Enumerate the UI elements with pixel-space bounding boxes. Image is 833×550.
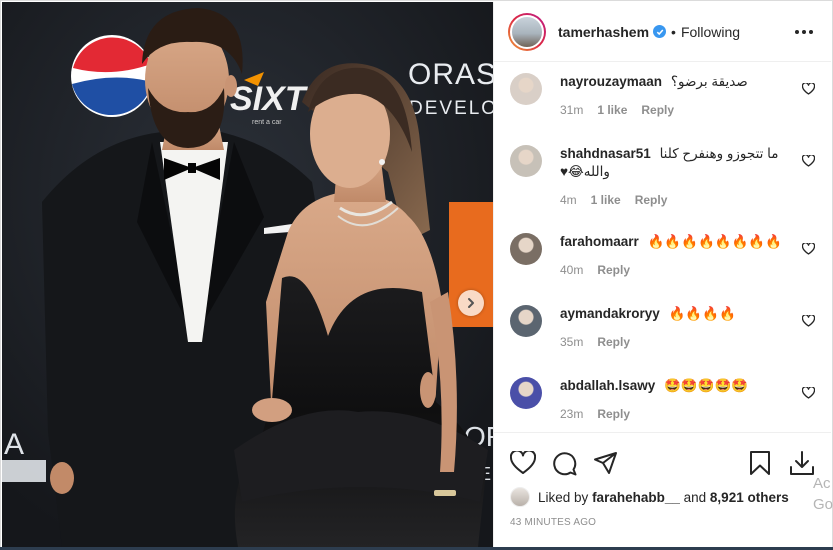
post-details-panel: tamerhashem • Following nayrouzaymaan صد… <box>493 2 831 548</box>
comment-meta: 23m Reply <box>560 407 789 421</box>
author-avatar[interactable] <box>508 12 546 51</box>
comment-likes[interactable]: 1 like <box>597 103 627 117</box>
comment-item: shahdnasar51 ما تتجوزو وهنفرح كلنا والله… <box>494 134 831 222</box>
more-options-icon[interactable] <box>793 24 815 40</box>
comment-body: nayrouzaymaan صديقة برضو؟ 31m 1 like Rep… <box>560 73 815 134</box>
activate-windows-watermark: Ac Go <box>813 473 833 515</box>
comment-time[interactable]: 31m <box>560 103 583 117</box>
comment-body: aymandakroryy 🔥🔥🔥🔥 35m Reply <box>560 305 815 366</box>
left-sign: A <box>4 428 24 461</box>
like-heart-icon[interactable] <box>510 451 536 475</box>
comment-time[interactable]: 35m <box>560 335 583 349</box>
oras-sub-sign: DEVELO <box>409 98 493 119</box>
download-icon[interactable] <box>789 450 815 476</box>
chevron-right-icon <box>468 298 474 308</box>
comment-text: صديقة برضو؟ <box>670 74 748 89</box>
comment-text: 🤩🤩🤩🤩🤩 <box>664 378 749 393</box>
watermark-line-2: Go <box>813 496 833 513</box>
comment-text: 🔥🔥🔥🔥🔥🔥🔥🔥 <box>647 234 783 249</box>
pepsi-logo <box>71 35 153 117</box>
comment-text: 🔥🔥🔥🔥 <box>668 306 736 321</box>
commenter-avatar[interactable] <box>510 233 542 265</box>
comment-body: abdallah.lsawy 🤩🤩🤩🤩🤩 23m Reply <box>560 377 815 434</box>
comment-item: abdallah.lsawy 🤩🤩🤩🤩🤩 23m Reply <box>494 366 831 434</box>
oras-sign: ORAS <box>408 58 493 91</box>
follow-button[interactable]: Following <box>681 24 740 40</box>
comment-heart-icon[interactable] <box>801 154 816 172</box>
comment-line: shahdnasar51 ما تتجوزو وهنفرح كلنا والله… <box>560 145 789 181</box>
next-photo-button[interactable] <box>458 290 484 316</box>
commenter-username[interactable]: abdallah.lsawy <box>560 378 655 393</box>
svg-text:SIXT: SIXT <box>230 80 309 118</box>
comment-item: nayrouzaymaan صديقة برضو؟ 31m 1 like Rep… <box>494 62 831 134</box>
author-username[interactable]: tamerhashem <box>558 24 649 40</box>
svg-text:rent a car: rent a car <box>252 119 282 126</box>
post-actions: Liked by farahehabb__ and 8,921 others 4… <box>494 432 831 548</box>
comment-body: farahomaarr 🔥🔥🔥🔥🔥🔥🔥🔥 40m Reply <box>560 233 815 294</box>
comment-time[interactable]: 23m <box>560 407 583 421</box>
reply-button[interactable]: Reply <box>597 263 630 277</box>
comment-line: aymandakroryy 🔥🔥🔥🔥 <box>560 305 789 323</box>
reply-button[interactable]: Reply <box>597 407 630 421</box>
share-icon[interactable] <box>593 451 618 475</box>
comment-line: nayrouzaymaan صديقة برضو؟ <box>560 73 789 91</box>
post-timestamp[interactable]: 43 MINUTES AGO <box>494 507 831 528</box>
save-icon[interactable] <box>749 450 771 476</box>
comment-icon[interactable] <box>552 451 577 476</box>
comment-time[interactable]: 4m <box>560 193 577 207</box>
commenter-avatar[interactable] <box>510 377 542 409</box>
post-header: tamerhashem • Following <box>494 2 831 62</box>
comments-list: nayrouzaymaan صديقة برضو؟ 31m 1 like Rep… <box>494 62 831 434</box>
post-photo[interactable]: SIXT rent a car ORAS DEVELO ORA DEVE A <box>2 2 493 547</box>
separator-dot: • <box>671 23 676 40</box>
comment-line: abdallah.lsawy 🤩🤩🤩🤩🤩 <box>560 377 789 395</box>
comment-body: shahdnasar51 ما تتجوزو وهنفرح كلنا والله… <box>560 145 815 222</box>
likes-others[interactable]: 8,921 others <box>710 490 789 505</box>
comment-heart-icon[interactable] <box>801 314 816 332</box>
commenter-avatar[interactable] <box>510 305 542 337</box>
likes-summary: Liked by farahehabb__ and 8,921 others <box>494 487 831 507</box>
commenter-avatar[interactable] <box>510 73 542 105</box>
likes-and: and <box>683 489 707 505</box>
comment-likes[interactable]: 1 like <box>591 193 621 207</box>
likes-prefix: Liked by <box>538 489 589 505</box>
reply-button[interactable]: Reply <box>635 193 668 207</box>
comment-heart-icon[interactable] <box>801 242 816 260</box>
liked-by-user[interactable]: farahehabb__ <box>592 490 680 505</box>
comment-time[interactable]: 40m <box>560 263 583 277</box>
commenter-username[interactable]: aymandakroryy <box>560 306 660 321</box>
commenter-username[interactable]: nayrouzaymaan <box>560 74 662 89</box>
photo-illustration: SIXT rent a car ORAS DEVELO ORA DEVE A <box>2 2 493 547</box>
reply-button[interactable]: Reply <box>641 103 674 117</box>
commenter-username[interactable]: farahomaarr <box>560 234 639 249</box>
reply-button[interactable]: Reply <box>597 335 630 349</box>
comment-meta: 40m Reply <box>560 263 789 277</box>
comment-item: aymandakroryy 🔥🔥🔥🔥 35m Reply <box>494 294 831 366</box>
comment-heart-icon[interactable] <box>801 82 816 100</box>
comment-meta: 31m 1 like Reply <box>560 103 789 117</box>
comment-line: farahomaarr 🔥🔥🔥🔥🔥🔥🔥🔥 <box>560 233 789 251</box>
sixt-logo: SIXT rent a car <box>230 72 309 126</box>
commenter-avatar[interactable] <box>510 145 542 177</box>
comment-heart-icon[interactable] <box>801 386 816 404</box>
watermark-line-1: Ac <box>813 475 831 492</box>
comment-item: farahomaarr 🔥🔥🔥🔥🔥🔥🔥🔥 40m Reply <box>494 222 831 294</box>
commenter-username[interactable]: shahdnasar51 <box>560 146 651 161</box>
liker-avatar[interactable] <box>510 487 530 507</box>
action-bar <box>494 433 831 483</box>
comment-meta: 4m 1 like Reply <box>560 193 789 207</box>
comment-meta: 35m Reply <box>560 335 789 349</box>
verified-badge-icon <box>653 25 667 38</box>
